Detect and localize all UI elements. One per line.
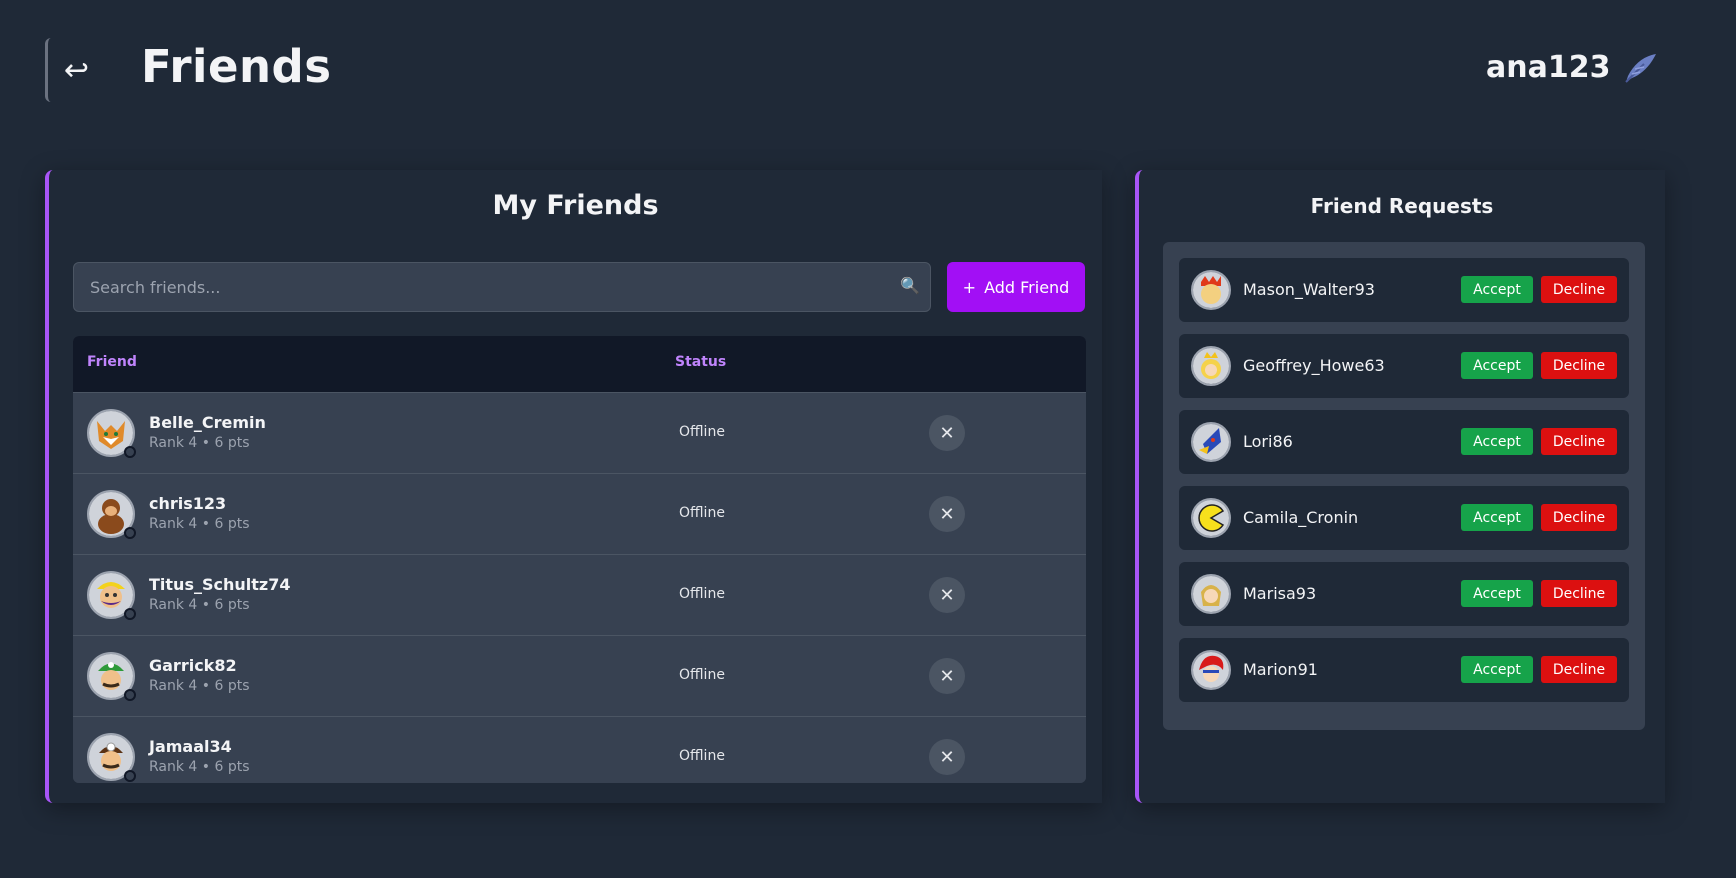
add-friend-label: Add Friend <box>984 277 1070 297</box>
friend-status: Offline <box>679 586 725 602</box>
plus-icon: + <box>962 277 977 297</box>
search-box: 🔍 <box>73 262 931 312</box>
back-arrow-icon: ↩ <box>63 52 90 88</box>
remove-friend-button[interactable]: ✕ <box>929 739 965 775</box>
close-icon: ✕ <box>939 746 955 767</box>
status-dot <box>124 608 136 620</box>
list-item: Lori86 Accept Decline <box>1179 410 1629 474</box>
close-icon: ✕ <box>939 584 955 605</box>
accept-button[interactable]: Accept <box>1461 656 1533 683</box>
add-friend-button[interactable]: + Add Friend <box>947 262 1085 312</box>
decline-button[interactable]: Decline <box>1541 428 1617 455</box>
page-header: ↩ Friends ana123 <box>45 38 1736 102</box>
friend-rank: Rank 4 • 6 pts <box>149 516 250 532</box>
accept-button[interactable]: Accept <box>1461 504 1533 531</box>
search-input[interactable] <box>74 263 930 311</box>
close-icon: ✕ <box>939 422 955 443</box>
request-name: Camila_Cronin <box>1243 508 1359 527</box>
friends-table: Friend Status Belle_Cremin Rank 4 • 6 pt… <box>73 336 1086 783</box>
request-name: Mason_Walter93 <box>1243 280 1375 299</box>
username: ana123 <box>1486 50 1611 85</box>
status-dot <box>124 689 136 701</box>
feather-icon <box>1622 52 1658 84</box>
list-item: Geoffrey_Howe63 Accept Decline <box>1179 334 1629 398</box>
decline-button[interactable]: Decline <box>1541 504 1617 531</box>
request-name: Lori86 <box>1243 432 1293 451</box>
friend-name: Belle_Cremin <box>149 413 266 432</box>
table-row: Garrick82 Rank 4 • 6 pts Offline ✕ <box>73 636 1086 717</box>
table-row: Belle_Cremin Rank 4 • 6 pts Offline ✕ <box>73 393 1086 474</box>
status-dot <box>124 446 136 458</box>
list-item: Marion91 Accept Decline <box>1179 638 1629 702</box>
friend-status: Offline <box>679 748 725 764</box>
list-item: Camila_Cronin Accept Decline <box>1179 486 1629 550</box>
list-item: Mason_Walter93 Accept Decline <box>1179 258 1629 322</box>
falco-avatar <box>1191 422 1231 462</box>
accept-button[interactable]: Accept <box>1461 428 1533 455</box>
column-header-status: Status <box>675 354 727 370</box>
friend-status: Offline <box>679 667 725 683</box>
friend-requests-panel: Friend Requests Mason_Walter93 Accept De… <box>1135 170 1665 803</box>
friend-status: Offline <box>679 505 725 521</box>
friend-rank: Rank 4 • 6 pts <box>149 435 250 451</box>
pacman-avatar <box>1191 498 1231 538</box>
friend-name: chris123 <box>149 494 227 513</box>
search-icon[interactable]: 🔍 <box>900 276 920 295</box>
decline-button[interactable]: Decline <box>1541 656 1617 683</box>
remove-friend-button[interactable]: ✕ <box>929 496 965 532</box>
accept-button[interactable]: Accept <box>1461 352 1533 379</box>
table-row: chris123 Rank 4 • 6 pts Offline ✕ <box>73 474 1086 555</box>
request-name: Marisa93 <box>1243 584 1317 603</box>
decline-button[interactable]: Decline <box>1541 352 1617 379</box>
friend-rank: Rank 4 • 6 pts <box>149 678 250 694</box>
table-header: Friend Status <box>73 336 1086 393</box>
friend-rank: Rank 4 • 6 pts <box>149 759 250 775</box>
table-row: Titus_Schultz74 Rank 4 • 6 pts Offline ✕ <box>73 555 1086 636</box>
decline-button[interactable]: Decline <box>1541 580 1617 607</box>
status-dot <box>124 527 136 539</box>
friend-name: Garrick82 <box>149 656 237 675</box>
link-avatar <box>1191 574 1231 614</box>
decline-button[interactable]: Decline <box>1541 276 1617 303</box>
accept-button[interactable]: Accept <box>1461 580 1533 607</box>
my-friends-title: My Friends <box>492 190 659 221</box>
my-friends-panel: My Friends 🔍 + Add Friend Friend Status … <box>45 170 1102 803</box>
remove-friend-button[interactable]: ✕ <box>929 658 965 694</box>
list-item: Marisa93 Accept Decline <box>1179 562 1629 626</box>
friend-name: Titus_Schultz74 <box>149 575 291 594</box>
friend-rank: Rank 4 • 6 pts <box>149 597 250 613</box>
request-name: Marion91 <box>1243 660 1318 679</box>
page-title: Friends <box>141 40 332 93</box>
status-dot <box>124 770 136 782</box>
friend-name: Jamaal34 <box>149 737 232 756</box>
remove-friend-button[interactable]: ✕ <box>929 415 965 451</box>
bowser-avatar <box>1191 270 1231 310</box>
close-icon: ✕ <box>939 665 955 686</box>
close-icon: ✕ <box>939 503 955 524</box>
request-name: Geoffrey_Howe63 <box>1243 356 1385 375</box>
table-row: Jamaal34 Rank 4 • 6 pts Offline ✕ <box>73 717 1086 783</box>
peach-avatar <box>1191 346 1231 386</box>
roy-avatar <box>1191 650 1231 690</box>
friend-status: Offline <box>679 424 725 440</box>
remove-friend-button[interactable]: ✕ <box>929 577 965 613</box>
friend-requests-title: Friend Requests <box>1310 194 1494 218</box>
friend-requests-list: Mason_Walter93 Accept Decline Geoffrey_H… <box>1163 242 1645 730</box>
user-profile[interactable]: ana123 <box>1486 50 1658 85</box>
accept-button[interactable]: Accept <box>1461 276 1533 303</box>
back-button[interactable]: ↩ <box>45 38 105 102</box>
column-header-friend: Friend <box>87 354 137 370</box>
